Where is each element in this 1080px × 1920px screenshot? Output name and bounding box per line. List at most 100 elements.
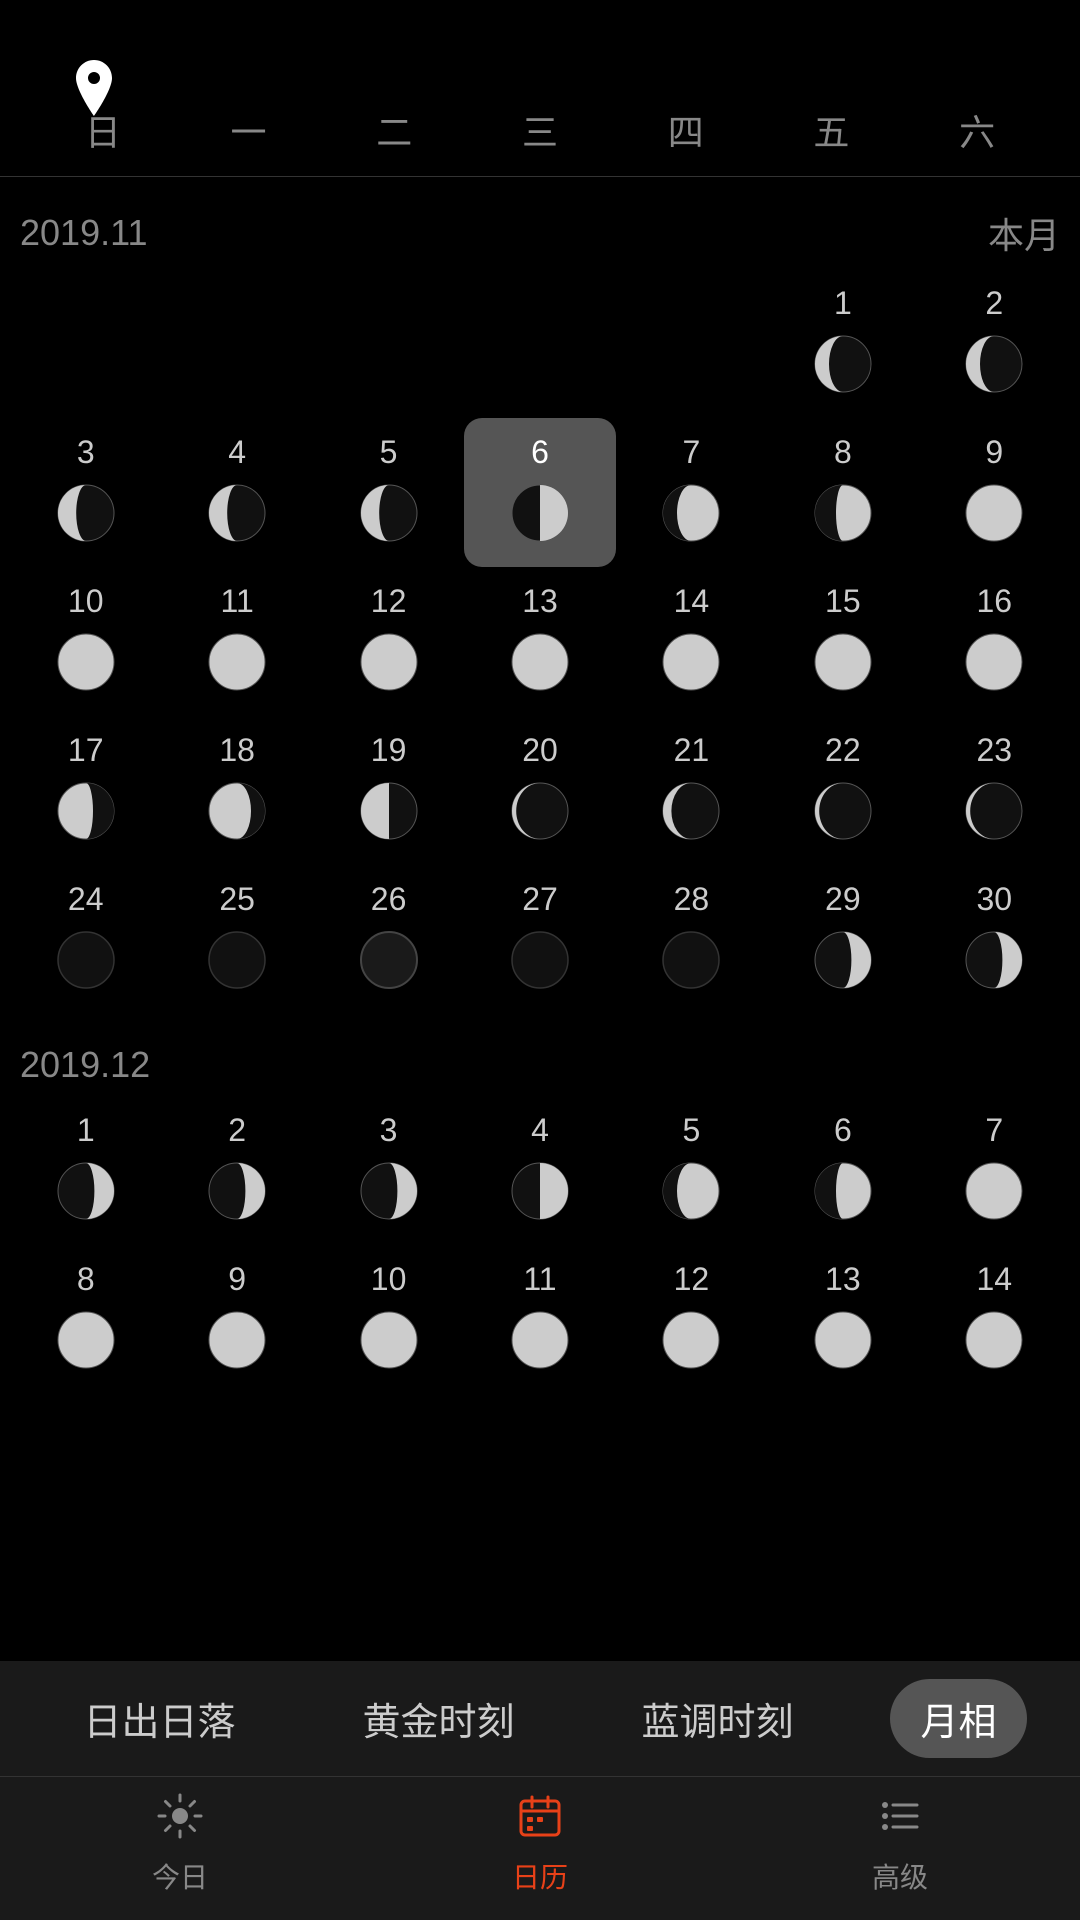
day-cell[interactable]: 17 [10, 716, 161, 865]
day-cell[interactable]: 29 [767, 865, 918, 1014]
day-cell[interactable]: 5 [313, 418, 464, 567]
moon-phase [809, 479, 877, 547]
day-cell[interactable]: 2 [161, 1096, 312, 1245]
header [0, 0, 1080, 84]
day-number: 3 [77, 434, 95, 471]
day-cell[interactable]: 10 [313, 1245, 464, 1394]
day-cell[interactable]: 4 [161, 418, 312, 567]
day-cell[interactable]: 3 [313, 1096, 464, 1245]
weekday-row: 日一二三四五六 [0, 84, 1080, 177]
day-cell[interactable]: 1 [10, 1096, 161, 1245]
day-cell[interactable]: 30 [919, 865, 1070, 1014]
day-cell[interactable]: 13 [464, 567, 615, 716]
day-number: 13 [825, 1261, 861, 1298]
day-cell[interactable]: 11 [161, 567, 312, 716]
day-cell[interactable]: 19 [313, 716, 464, 865]
day-number: 24 [68, 881, 104, 918]
day-number: 12 [674, 1261, 710, 1298]
day-cell[interactable]: 4 [464, 1096, 615, 1245]
moon-phase [203, 777, 271, 845]
day-cell[interactable]: 5 [616, 1096, 767, 1245]
day-number: 26 [371, 881, 407, 918]
day-number: 21 [674, 732, 710, 769]
nav-item-高级[interactable]: 高级 [872, 1793, 928, 1896]
day-cell[interactable]: 7 [919, 1096, 1070, 1245]
day-number: 7 [985, 1112, 1003, 1149]
day-number: 8 [77, 1261, 95, 1298]
day-cell[interactable]: 7 [616, 418, 767, 567]
day-number: 6 [531, 434, 549, 471]
day-cell[interactable]: 6 [767, 1096, 918, 1245]
day-cell[interactable]: 9 [919, 418, 1070, 567]
weekday-label: 六 [904, 104, 1050, 156]
day-cell[interactable]: 18 [161, 716, 312, 865]
moon-phase [52, 926, 120, 994]
moon-phase [506, 479, 574, 547]
empty-cell [464, 269, 615, 418]
day-cell[interactable]: 13 [767, 1245, 918, 1394]
moon-phase [657, 926, 725, 994]
moon-phase [960, 479, 1028, 547]
nav-label: 今日 [152, 1856, 208, 1896]
day-number: 1 [834, 285, 852, 322]
moon-phase [960, 1306, 1028, 1374]
day-number: 2 [985, 285, 1003, 322]
day-cell[interactable]: 26 [313, 865, 464, 1014]
day-cell[interactable]: 24 [10, 865, 161, 1014]
day-number: 27 [522, 881, 558, 918]
day-cell[interactable]: 8 [10, 1245, 161, 1394]
calendar-icon [517, 1793, 563, 1850]
day-number: 22 [825, 732, 861, 769]
day-cell[interactable]: 22 [767, 716, 918, 865]
moon-phase [52, 777, 120, 845]
day-cell[interactable]: 21 [616, 716, 767, 865]
nav-item-日历[interactable]: 日历 [512, 1793, 568, 1896]
day-cell[interactable]: 12 [616, 1245, 767, 1394]
calendar-container: 2019.11本月1 2 3 4 5 6 7 8 [0, 177, 1080, 1394]
mode-tab-1[interactable]: 黄金时刻 [332, 1679, 544, 1758]
mode-tab-3[interactable]: 月相 [890, 1679, 1026, 1758]
day-cell[interactable]: 11 [464, 1245, 615, 1394]
day-cell[interactable]: 9 [161, 1245, 312, 1394]
bottom-tabs: 日出日落黄金时刻蓝调时刻月相 今日 日历 高级 [0, 1661, 1080, 1920]
day-number: 8 [834, 434, 852, 471]
day-number: 1 [77, 1112, 95, 1149]
day-cell[interactable]: 8 [767, 418, 918, 567]
day-cell[interactable]: 16 [919, 567, 1070, 716]
weekday-label: 一 [176, 104, 322, 156]
mode-tab-0[interactable]: 日出日落 [53, 1679, 265, 1758]
nav-tabs-row: 今日 日历 高级 [0, 1777, 1080, 1920]
moon-phase [203, 1306, 271, 1374]
day-cell[interactable]: 2 [919, 269, 1070, 418]
day-cell[interactable]: 6 [464, 418, 615, 567]
day-cell[interactable]: 14 [919, 1245, 1070, 1394]
moon-phase [355, 1306, 423, 1374]
moon-phase [355, 926, 423, 994]
day-cell[interactable]: 10 [10, 567, 161, 716]
nav-item-今日[interactable]: 今日 [152, 1793, 208, 1896]
day-cell[interactable]: 1 [767, 269, 918, 418]
mode-tab-2[interactable]: 蓝调时刻 [611, 1679, 823, 1758]
day-cell[interactable]: 23 [919, 716, 1070, 865]
moon-phase [52, 1157, 120, 1225]
day-number: 9 [228, 1261, 246, 1298]
day-number: 11 [523, 1261, 556, 1298]
month-current-label: 本月 [988, 207, 1060, 259]
list-icon [877, 1793, 923, 1850]
moon-phase [657, 1306, 725, 1374]
day-cell[interactable]: 14 [616, 567, 767, 716]
day-cell[interactable]: 27 [464, 865, 615, 1014]
moon-phase [960, 777, 1028, 845]
day-number: 6 [834, 1112, 852, 1149]
day-number: 12 [371, 583, 407, 620]
day-cell[interactable]: 12 [313, 567, 464, 716]
day-cell[interactable]: 20 [464, 716, 615, 865]
day-cell[interactable]: 3 [10, 418, 161, 567]
day-cell[interactable]: 28 [616, 865, 767, 1014]
moon-phase [960, 1157, 1028, 1225]
day-cell[interactable]: 25 [161, 865, 312, 1014]
day-number: 2 [228, 1112, 246, 1149]
day-number: 15 [825, 583, 861, 620]
day-cell[interactable]: 15 [767, 567, 918, 716]
weekday-label: 二 [321, 104, 467, 156]
